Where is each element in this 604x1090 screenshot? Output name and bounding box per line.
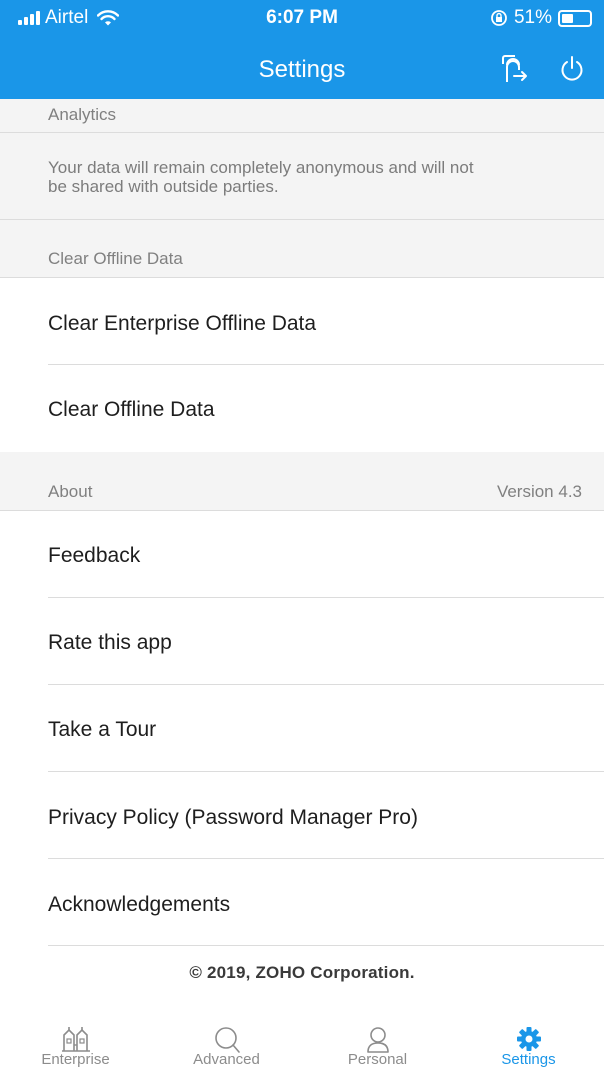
- analytics-header-label: Analytics: [48, 105, 117, 124]
- version-label: Version 4.3: [496, 482, 582, 501]
- analytics-description: Your data will remain completely anonymo…: [0, 133, 604, 219]
- buildings-icon: [61, 1027, 90, 1052]
- battery-icon: [558, 9, 592, 27]
- search-icon: [214, 1027, 240, 1053]
- about-header-label: About: [48, 482, 93, 501]
- clear-offline-data-row[interactable]: Clear Offline Data: [0, 365, 604, 451]
- row-label: Acknowledgements: [48, 893, 231, 916]
- row-label: Take a Tour: [48, 718, 157, 741]
- row-label: Rate this app: [48, 631, 172, 654]
- person-icon: [366, 1027, 389, 1053]
- status-right: 51%: [490, 7, 592, 29]
- take-tour-row[interactable]: Take a Tour: [0, 685, 604, 771]
- copyright-text: © 2019, ZOHO Corporation.: [189, 963, 415, 982]
- tab-advanced[interactable]: Advanced: [151, 1015, 302, 1090]
- tab-label: Settings: [501, 1051, 556, 1068]
- row-label: Clear Offline Data: [48, 398, 215, 421]
- tab-settings[interactable]: Settings: [453, 1015, 604, 1090]
- settings-screen: Airtel 6:07 PM 51% Settings Analytics Yo…: [0, 0, 604, 1090]
- acknowledgements-row[interactable]: Acknowledgements: [0, 859, 604, 945]
- about-section-header: About Version 4.3: [0, 452, 604, 510]
- divider: [48, 945, 604, 946]
- offline-section-header: Clear Offline Data: [0, 220, 604, 277]
- status-bar: Airtel 6:07 PM 51%: [0, 0, 604, 40]
- tab-label: Advanced: [193, 1051, 260, 1068]
- analytics-section-header: Analytics: [0, 99, 604, 132]
- power-button[interactable]: [555, 52, 589, 86]
- gear-icon: [516, 1027, 541, 1051]
- offline-header-label: Clear Offline Data: [48, 249, 183, 268]
- power-icon: [561, 56, 583, 81]
- nav-bar: Settings: [0, 40, 604, 99]
- analytics-description-line1: Your data will remain completely anonymo…: [48, 158, 474, 177]
- switch-account-button[interactable]: [497, 52, 531, 86]
- feedback-row[interactable]: Feedback: [0, 511, 604, 597]
- row-label: Privacy Policy (Password Manager Pro): [48, 806, 418, 829]
- row-label: Clear Enterprise Offline Data: [48, 312, 317, 335]
- row-label: Feedback: [48, 544, 141, 567]
- battery-percent: 51%: [513, 7, 552, 28]
- orientation-lock-icon: [491, 10, 507, 26]
- clear-enterprise-offline-data-row[interactable]: Clear Enterprise Offline Data: [0, 278, 604, 364]
- header-bar: Airtel 6:07 PM 51% Settings: [0, 0, 604, 99]
- tab-enterprise[interactable]: Enterprise: [0, 1015, 151, 1090]
- privacy-policy-row[interactable]: Privacy Policy (Password Manager Pro): [0, 772, 604, 858]
- tab-label: Personal: [347, 1051, 408, 1068]
- switch-account-icon: [502, 55, 527, 82]
- tab-bar: Enterprise Advanced Personal Settings: [0, 1015, 604, 1090]
- tab-label: Enterprise: [41, 1051, 110, 1068]
- analytics-description-line2: be shared with outside parties.: [48, 177, 279, 196]
- rate-app-row[interactable]: Rate this app: [0, 598, 604, 684]
- tab-personal[interactable]: Personal: [302, 1015, 453, 1090]
